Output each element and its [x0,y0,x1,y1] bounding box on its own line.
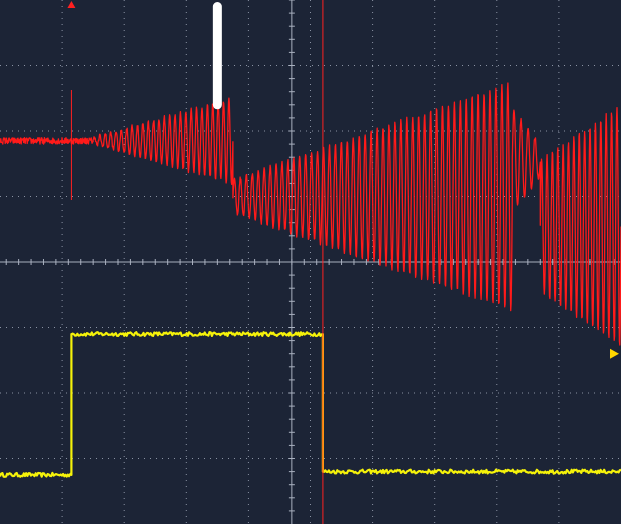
trigger-position-marker[interactable] [67,1,76,8]
oscilloscope-display [0,0,621,524]
grid [0,0,621,524]
waveform-plot [0,0,621,524]
traces [0,82,621,478]
trigger-level-marker[interactable] [610,348,619,359]
yellow-trace [0,331,621,478]
red-trace [0,82,621,346]
